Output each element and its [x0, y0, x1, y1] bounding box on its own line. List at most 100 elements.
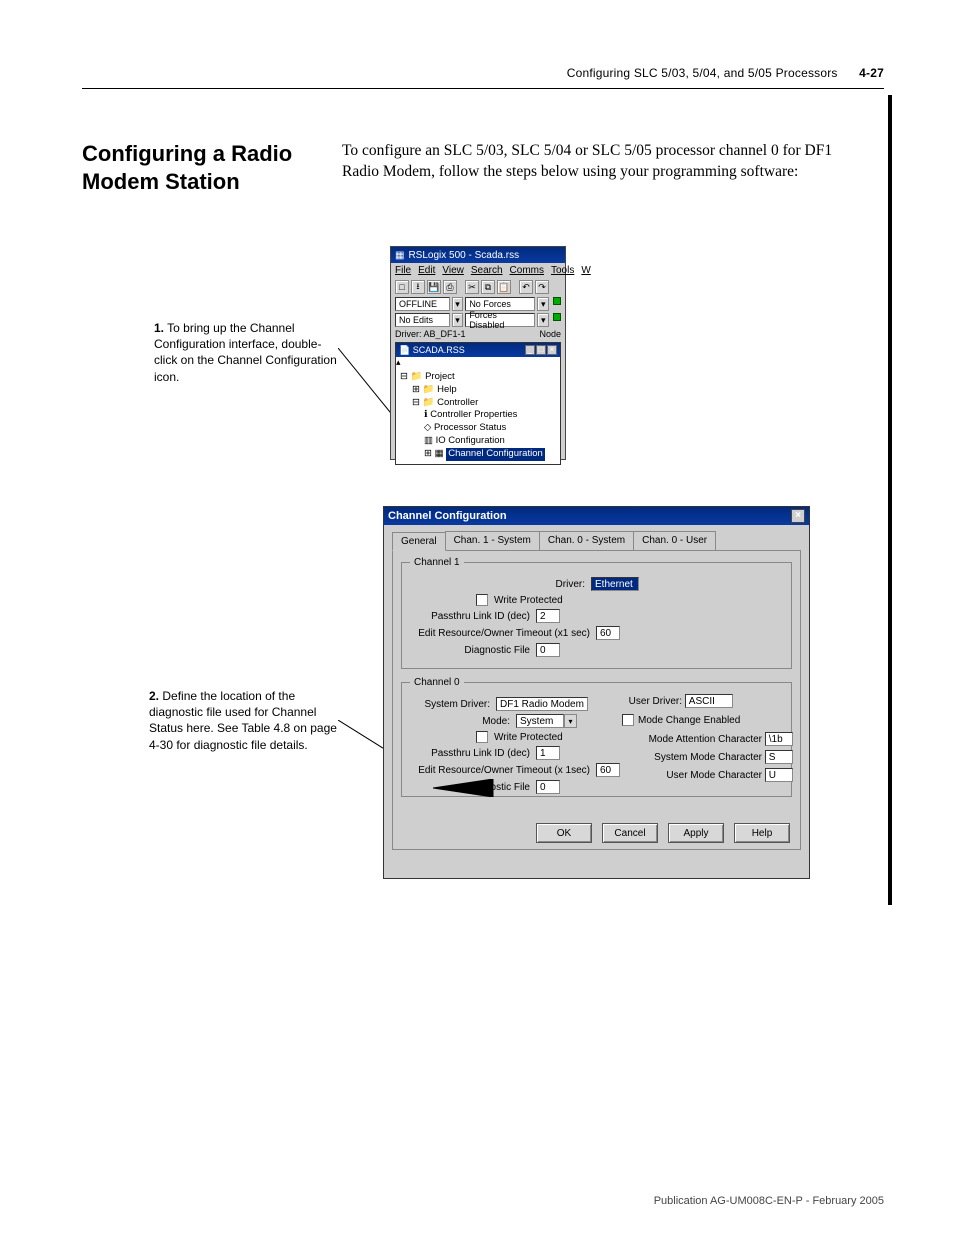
passthru-input[interactable]: 2	[536, 609, 560, 623]
close-icon[interactable]: ×	[547, 345, 557, 355]
edit-resource-input[interactable]: 60	[596, 763, 620, 777]
mode-label: Mode:	[410, 716, 510, 727]
chevron-down-icon[interactable]: ▾	[564, 714, 577, 728]
offline-select[interactable]: OFFLINE	[395, 297, 450, 311]
scroll-up-icon[interactable]: ▴	[396, 357, 560, 368]
menu-file[interactable]: File	[395, 265, 411, 276]
mode-attention-input[interactable]: \1b	[765, 732, 793, 746]
mode-select[interactable]: System ▾	[516, 714, 577, 728]
diagnostic-file-input[interactable]: 0	[536, 643, 560, 657]
tree-processor-status[interactable]: ◇ Processor Status	[400, 422, 556, 435]
header-rule	[82, 88, 884, 89]
window-title: RSLogix 500 - Scada.rss	[408, 250, 519, 261]
menu-search[interactable]: Search	[471, 265, 503, 276]
tab-general[interactable]: General	[392, 532, 446, 551]
channel-configuration-dialog: Channel Configuration × General Chan. 1 …	[383, 506, 810, 879]
print-icon[interactable]: ⎙	[443, 280, 457, 294]
titlebar[interactable]: ▦ RSLogix 500 - Scada.rss	[391, 247, 565, 263]
apply-button[interactable]: Apply	[668, 823, 724, 843]
user-driver-value: ASCII	[685, 694, 733, 708]
dialog-titlebar[interactable]: Channel Configuration ×	[384, 507, 809, 525]
cut-icon[interactable]: ✂	[465, 280, 479, 294]
dropdown-icon[interactable]: ▾	[452, 313, 464, 327]
status-led	[553, 297, 561, 305]
offline-label: OFFLINE	[399, 299, 437, 309]
tree-controller-properties[interactable]: ℹ Controller Properties	[400, 409, 556, 422]
noforces-label: No Forces	[469, 299, 511, 309]
tree-controller[interactable]: ⊟ 📁 Controller	[400, 397, 556, 410]
write-protected-checkbox[interactable]	[476, 731, 488, 743]
cancel-button[interactable]: Cancel	[602, 823, 658, 843]
help-button[interactable]: Help	[734, 823, 790, 843]
page-number: 4-27	[859, 66, 884, 80]
maximize-icon[interactable]: □	[536, 345, 546, 355]
passthru-label: Passthru Link ID (dec)	[410, 611, 530, 622]
edit-resource-input[interactable]: 60	[596, 626, 620, 640]
user-mode-row: User Mode Character U	[622, 768, 812, 782]
dropdown-icon[interactable]: ▾	[537, 297, 549, 311]
driver-label: Driver:	[410, 579, 585, 590]
tree-io-configuration[interactable]: ▥ IO Configuration	[400, 435, 556, 448]
redo-icon[interactable]: ↷	[535, 280, 549, 294]
write-protected-label: Write Protected	[494, 732, 563, 743]
dropdown-icon[interactable]: ▾	[537, 313, 549, 327]
menu-comms[interactable]: Comms	[510, 265, 544, 276]
project-tree[interactable]: ⊟ 📁 Project ⊞ 📁 Help ⊟ 📁 Controller ℹ Co…	[396, 368, 560, 464]
save-icon[interactable]: 💾	[427, 280, 441, 294]
app-icon: ▦	[395, 250, 404, 261]
mode-change-row: Mode Change Enabled	[622, 714, 812, 726]
tree-help[interactable]: ⊞ 📁 Help	[400, 384, 556, 397]
system-mode-row: System Mode Character S	[622, 750, 812, 764]
mode-change-checkbox[interactable]	[622, 714, 634, 726]
edits-select[interactable]: No Edits	[395, 313, 450, 327]
write-protected-checkbox[interactable]	[476, 594, 488, 606]
user-mode-input[interactable]: U	[765, 768, 793, 782]
tree-channel-configuration[interactable]: ⊞ ▦ Channel Configuration	[400, 448, 556, 461]
caption-step-2: 2. Define the location of the diagnostic…	[149, 688, 349, 753]
paste-icon[interactable]: 📋	[497, 280, 511, 294]
menu-view[interactable]: View	[442, 265, 464, 276]
menubar[interactable]: File Edit View Search Comms Tools W	[391, 263, 565, 278]
status-led	[553, 313, 561, 321]
menu-edit[interactable]: Edit	[418, 265, 435, 276]
forces-disabled-label: Forces Disabled	[469, 310, 531, 330]
forces-disabled-select[interactable]: Forces Disabled	[465, 313, 535, 327]
edit-resource-label: Edit Resource/Owner Timeout (x1 sec)	[410, 628, 590, 639]
menu-tools[interactable]: Tools	[551, 265, 574, 276]
side-rule	[888, 95, 892, 905]
tab-strip: General Chan. 1 - System Chan. 0 - Syste…	[392, 531, 801, 550]
mode-value: System	[516, 714, 564, 728]
dropdown-icon[interactable]: ▾	[452, 297, 464, 311]
tab-chan0-system[interactable]: Chan. 0 - System	[539, 531, 634, 550]
forces-select[interactable]: No Forces	[465, 297, 535, 311]
minimize-icon[interactable]: _	[525, 345, 535, 355]
user-mode-label: User Mode Character	[622, 770, 762, 781]
close-icon[interactable]: ×	[791, 509, 805, 523]
dialog-title: Channel Configuration	[388, 510, 507, 522]
new-icon[interactable]: □	[395, 280, 409, 294]
mode-attention-row: Mode Attention Character \1b	[622, 732, 812, 746]
system-driver-value: DF1 Radio Modem	[496, 697, 588, 711]
step-text: Define the location of the diagnostic fi…	[149, 689, 337, 752]
step-text: To bring up the Channel Configuration in…	[154, 321, 337, 384]
tree-project[interactable]: ⊟ 📁 Project	[400, 371, 556, 384]
subwindow-titlebar[interactable]: 📄 SCADA.RSS _ □ ×	[396, 343, 560, 357]
ok-button[interactable]: OK	[536, 823, 592, 843]
status-row-2: No Edits ▾ Forces Disabled ▾	[391, 312, 565, 328]
caption-step-1: 1. To bring up the Channel Configuration…	[154, 320, 344, 385]
user-driver-row: User Driver: ASCII	[622, 694, 812, 708]
open-icon[interactable]: ⭳	[411, 280, 425, 294]
diagnostic-file-input[interactable]: 0	[536, 780, 560, 794]
tab-chan1-system[interactable]: Chan. 1 - System	[445, 531, 540, 550]
step-number: 1.	[154, 321, 164, 335]
undo-icon[interactable]: ↶	[519, 280, 533, 294]
subwindow-title: SCADA.RSS	[413, 345, 465, 355]
system-mode-input[interactable]: S	[765, 750, 793, 764]
tab-chan0-user[interactable]: Chan. 0 - User	[633, 531, 716, 550]
user-driver-label: User Driver:	[622, 696, 682, 707]
passthru-input[interactable]: 1	[536, 746, 560, 760]
copy-icon[interactable]: ⧉	[481, 280, 495, 294]
arrow-diagnostic	[433, 779, 503, 797]
menu-window[interactable]: W	[581, 265, 590, 276]
mode-attention-label: Mode Attention Character	[622, 734, 762, 745]
